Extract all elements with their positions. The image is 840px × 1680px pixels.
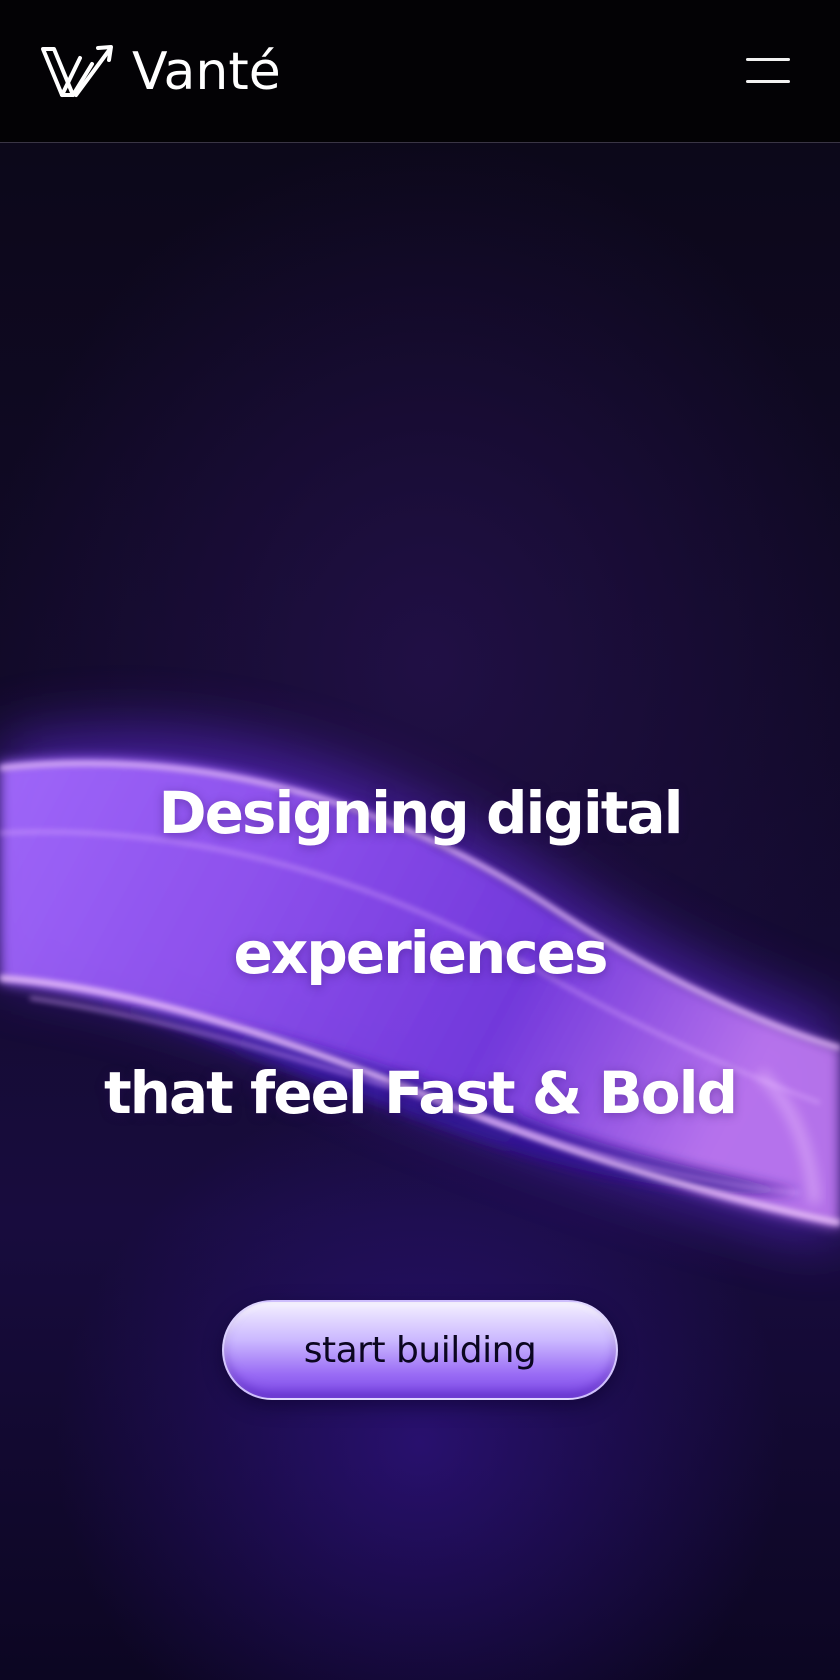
- hero-headline: Designing digital experiences that feel …: [0, 743, 840, 1163]
- brand-name: Vanté: [132, 42, 281, 102]
- menu-button[interactable]: [746, 58, 790, 86]
- start-building-button[interactable]: start building: [222, 1300, 618, 1400]
- site-header: Vanté: [0, 0, 840, 143]
- headline-line-1: Designing digital: [158, 779, 683, 847]
- vante-logo-icon: [41, 45, 113, 97]
- hamburger-menu-icon-bar-bottom: [746, 80, 790, 83]
- hamburger-menu-icon-bar-top: [746, 58, 790, 61]
- brand-logo[interactable]: Vanté: [40, 44, 281, 100]
- hero-section: Designing digital experiences that feel …: [0, 143, 840, 1680]
- headline-line-3: that feel Fast & Bold: [103, 1059, 738, 1127]
- landing-page: Vanté Designing digital experiences that…: [0, 0, 840, 1680]
- headline-line-2: experiences: [233, 919, 609, 987]
